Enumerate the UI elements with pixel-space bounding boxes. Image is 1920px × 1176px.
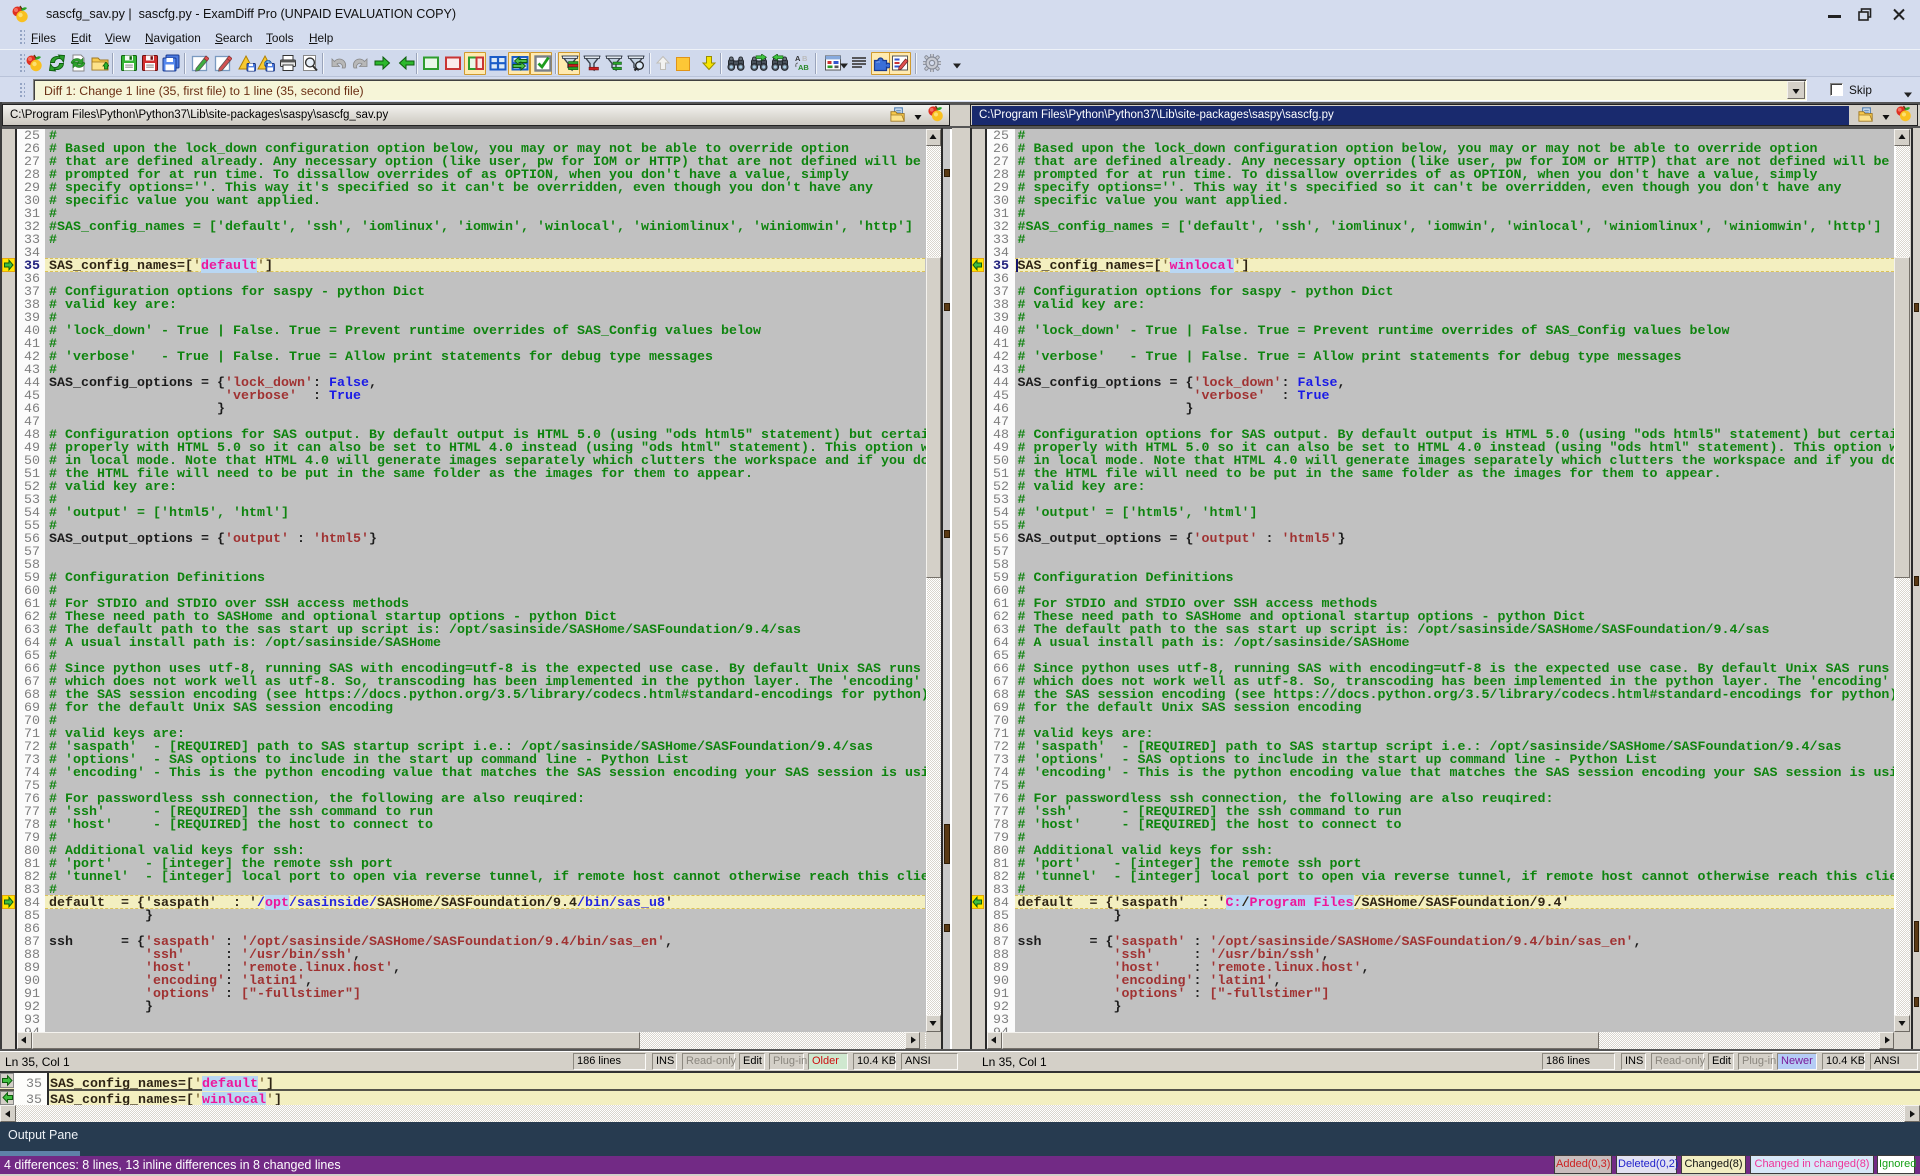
svg-text:AB: AB [798,63,809,72]
svg-text:A: A [795,54,801,63]
svg-text:B: B [802,54,808,63]
